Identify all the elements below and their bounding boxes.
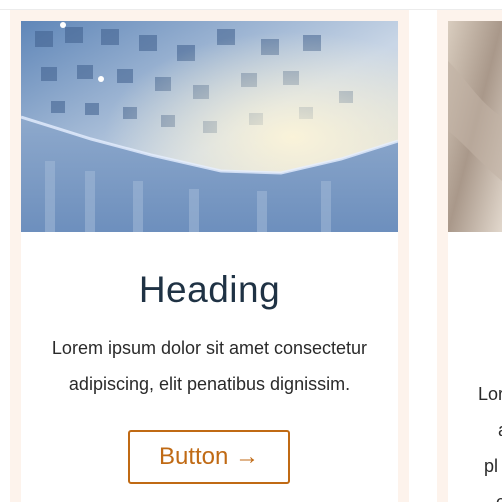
card-body-text: Lor [478,384,502,404]
feature-card: Heading Lorem ipsum dolor sit amet conse… [21,21,398,502]
card-body-text: a [498,412,502,448]
card-image [21,21,398,232]
card-body-text: Lorem ipsum dolor sit amet consectetur a… [51,338,368,394]
feature-card: Lor a pl c [448,21,502,502]
top-bar [0,0,502,10]
card-body-text: c [496,492,502,502]
card-heading: Heading [138,269,281,310]
card-image [448,21,502,232]
card-body-text: pl [484,456,499,476]
card-button[interactable]: Button → [128,430,290,484]
